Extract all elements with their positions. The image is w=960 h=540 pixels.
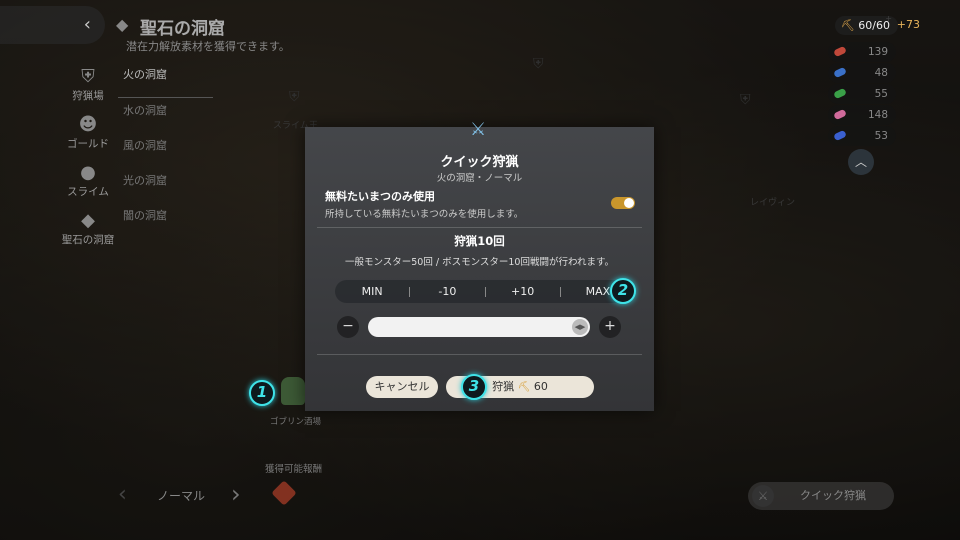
torch-icon: ⛏ <box>840 19 855 32</box>
nav-label: 聖石の洞窟 <box>61 234 115 246</box>
slider-thumb[interactable]: ◀▶ <box>572 319 588 335</box>
nav-label: スライム <box>67 186 109 198</box>
callout-2: 2 <box>610 278 636 304</box>
cancel-button[interactable]: キャンセル <box>366 376 438 398</box>
decrement-button[interactable]: − <box>337 316 359 338</box>
goblin-icon: ☻ <box>78 114 98 135</box>
preset-plus10-button[interactable]: +10 <box>486 285 560 298</box>
nav-item-slime[interactable]: ● スライム <box>60 162 116 210</box>
resource-row: 48 <box>828 63 896 83</box>
cave-item-wind[interactable]: 風の洞窟 <box>118 133 213 168</box>
cave-list: 火の洞窟 水の洞窟 風の洞窟 光の洞窟 闇の洞窟 <box>118 62 213 238</box>
slime-icon: ● <box>80 162 96 183</box>
resource-row: 53 <box>828 126 896 146</box>
chevron-up-icon[interactable]: ︿ <box>848 149 874 175</box>
gem-icon <box>833 129 847 142</box>
cave-icon: ◆ <box>116 15 129 34</box>
cave-item-fire[interactable]: 火の洞窟 <box>118 62 213 98</box>
chevron-left-icon: ‹ <box>83 14 91 35</box>
divider <box>317 354 642 355</box>
stone-icon: ◆ <box>81 210 95 231</box>
cave-item-dark[interactable]: 闇の洞窟 <box>118 203 213 238</box>
nav-item-hunting[interactable]: ⛨ 狩猟場 <box>60 66 116 114</box>
quick-hunt-modal: ⚔ クイック狩猟 火の洞窟・ノーマル 無料たいまつのみ使用 所持している無料たい… <box>305 119 654 411</box>
resource-row: 55 <box>828 84 896 104</box>
quick-hunt-label: クイック狩猟 <box>800 489 866 502</box>
resource-value: 148 <box>867 109 888 121</box>
quick-hunt-button[interactable]: ⚔ クイック狩猟 <box>748 482 894 510</box>
toggle-knob <box>624 198 634 208</box>
sword-icon: ⚔ <box>470 119 487 140</box>
modal-subtitle: 火の洞窟・ノーマル <box>436 173 523 184</box>
free-torch-desc: 所持している無料たいまつのみを使用します。 <box>325 209 524 220</box>
increment-button[interactable]: + <box>599 316 621 338</box>
callout-1: 1 <box>249 380 275 406</box>
chevron-left-icon[interactable]: ‹ <box>118 482 127 507</box>
resource-value: 55 <box>874 88 888 100</box>
callout-3: 3 <box>461 374 487 400</box>
page-title: 聖石の洞窟 <box>140 19 225 39</box>
map-label: ゴブリン酒場 <box>270 417 322 427</box>
difficulty-label: ノーマル <box>157 489 206 503</box>
quick-hunt-icon: ⚔ <box>752 485 774 507</box>
stamina-counter[interactable]: ⛏ 60/60 <box>834 16 898 35</box>
gem-icon <box>833 108 847 121</box>
nav-item-gold[interactable]: ☻ ゴールド <box>60 114 116 162</box>
goblin-icon <box>281 377 305 405</box>
count-slider[interactable]: ◀▶ <box>368 317 590 337</box>
cave-item-water[interactable]: 水の洞窟 <box>118 98 213 133</box>
resource-row: 139 <box>828 42 896 62</box>
resource-value: 139 <box>867 46 888 58</box>
resource-row: 148 <box>828 105 896 125</box>
torch-icon: ⛏ <box>517 382 531 393</box>
shield-icon: ⛨ <box>81 66 95 87</box>
resource-value: 48 <box>874 67 888 79</box>
hunt-count: 狩猟10回 <box>454 234 505 248</box>
divider <box>317 227 642 228</box>
preset-bar: MIN -10 +10 MAX <box>335 280 635 303</box>
resource-value: 53 <box>874 130 888 142</box>
gem-icon <box>833 45 847 58</box>
gem-icon <box>833 66 847 79</box>
nav-label: ゴールド <box>67 138 109 150</box>
preset-min-button[interactable]: MIN <box>335 285 409 298</box>
free-torch-toggle[interactable] <box>611 197 635 209</box>
rewards-label: 獲得可能報酬 <box>265 464 323 475</box>
side-nav: ⛨ 狩猟場 ☻ ゴールド ● スライム ◆ 聖石の洞窟 <box>60 66 116 258</box>
nav-label: 狩猟場 <box>72 90 104 102</box>
hunt-desc: 一般モンスター50回 / ボスモンスター10回戦闘が行われます。 <box>344 257 615 268</box>
gem-icon <box>833 87 847 100</box>
stamina-bonus: +73 <box>896 18 920 31</box>
back-button[interactable]: ‹ <box>0 6 105 44</box>
confirm-label: 狩猟 <box>492 380 515 393</box>
confirm-cost: 60 <box>533 380 548 393</box>
chevron-right-icon[interactable]: › <box>231 480 241 508</box>
resource-list: 139 48 55 148 53 <box>828 42 896 147</box>
slider-fill <box>368 317 590 337</box>
free-torch-label: 無料たいまつのみ使用 <box>325 190 435 203</box>
stamina-value: 60/60 <box>858 19 890 32</box>
preset-minus10-button[interactable]: -10 <box>410 285 484 298</box>
page-subtitle: 潜在力解放素材を獲得できます。 <box>126 40 290 53</box>
nav-item-stone-cave[interactable]: ◆ 聖石の洞窟 <box>60 210 116 258</box>
cave-item-light[interactable]: 光の洞窟 <box>118 168 213 203</box>
modal-title: クイック狩猟 <box>440 155 519 170</box>
